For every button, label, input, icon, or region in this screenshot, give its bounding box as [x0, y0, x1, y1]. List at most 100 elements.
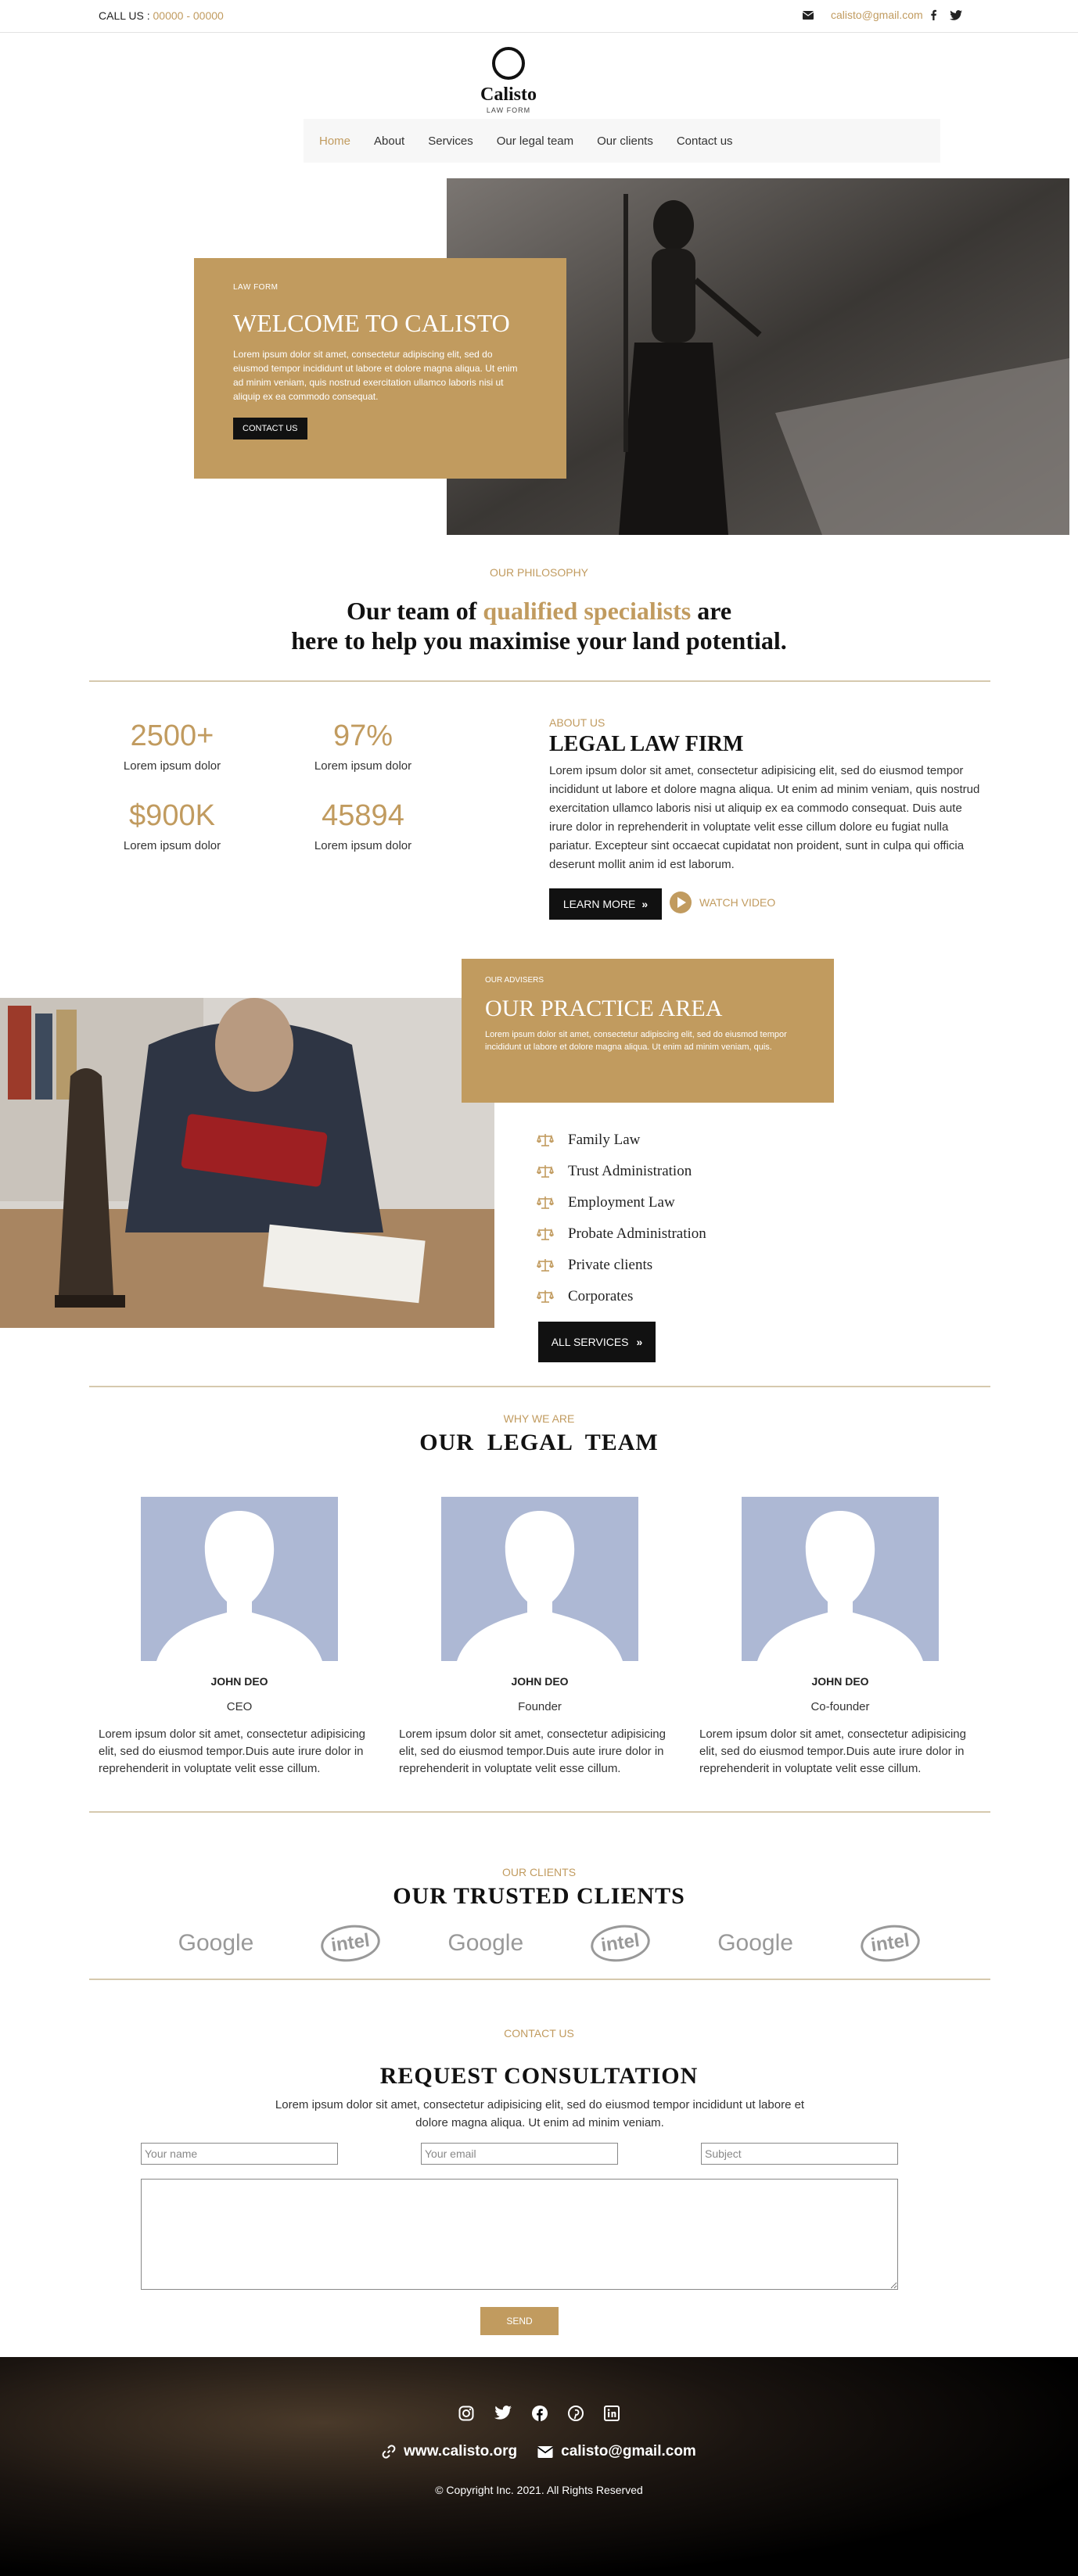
nav-clients[interactable]: Our clients: [597, 135, 653, 148]
practice-item-label: Private clients: [568, 1257, 653, 1273]
stat-value: 2500+: [130, 719, 214, 752]
site-logo[interactable]: Calisto LAW FORM: [462, 47, 555, 114]
scales-icon: [537, 1165, 554, 1178]
practice-title: OUR PRACTICE AREA: [485, 996, 723, 1021]
philosophy-title-b: are: [691, 597, 732, 625]
practice-item[interactable]: Private clients: [537, 1250, 706, 1281]
stat-label: Lorem ipsum dolor: [314, 839, 412, 852]
practice-item-label: Family Law: [568, 1132, 641, 1148]
phone-number[interactable]: 00000 - 00000: [153, 9, 224, 22]
logo-brand: Calisto: [480, 84, 537, 105]
practice-item-label: Employment Law: [568, 1194, 675, 1211]
footer-website-label: www.calisto.org: [404, 2443, 518, 2459]
nav-home[interactable]: Home: [319, 135, 350, 148]
stat-2: 97% Lorem ipsum dolor: [269, 719, 457, 773]
watch-video-link[interactable]: WATCH VIDEO: [670, 892, 775, 913]
team-member: JOHN DEO Founder Lorem ipsum dolor sit a…: [399, 1497, 681, 1778]
stat-1: 2500+ Lorem ipsum dolor: [78, 719, 266, 773]
facebook-icon[interactable]: [929, 9, 937, 20]
member-name: JOHN DEO: [210, 1675, 268, 1688]
nav-legal-team[interactable]: Our legal team: [497, 135, 573, 148]
hero-card: LAW FORM WELCOME TO CALISTO Lorem ipsum …: [194, 258, 566, 479]
practice-item-label: Corporates: [568, 1288, 634, 1304]
facebook-icon[interactable]: [532, 2406, 548, 2421]
divider: [89, 1811, 990, 1813]
footer-website[interactable]: www.calisto.org: [382, 2443, 517, 2460]
top-bar: CALL US : 00000 - 00000 calisto@gmail.co…: [0, 0, 1078, 33]
about-title: LEGAL LAW FIRM: [549, 732, 744, 756]
member-desc: Lorem ipsum dolor sit amet, consectetur …: [99, 1727, 365, 1775]
hero-text: Lorem ipsum dolor sit amet, consectetur …: [233, 349, 518, 402]
top-email[interactable]: calisto@gmail.com: [831, 9, 923, 21]
practice-pre: OUR ADVISERS: [485, 976, 544, 985]
call-us: CALL US : 00000 - 00000: [99, 9, 224, 22]
logo-subtitle: LAW FORM: [486, 106, 531, 114]
envelope-icon: [537, 2445, 554, 2458]
member-name: JOHN DEO: [811, 1675, 869, 1688]
stat-label: Lorem ipsum dolor: [314, 759, 412, 773]
nav-services[interactable]: Services: [428, 135, 473, 148]
philosophy-pre: OUR PHILOSOPHY: [489, 566, 589, 579]
google-logo: Google: [178, 1930, 254, 1956]
all-services-button[interactable]: ALL SERVICES »: [538, 1322, 656, 1362]
practice-item[interactable]: Employment Law: [537, 1187, 706, 1218]
learn-more-label: LEARN MORE: [562, 898, 636, 910]
nav-about[interactable]: About: [374, 135, 404, 148]
member-role: Founder: [518, 1700, 562, 1713]
copyright: © Copyright Inc. 2021. All Rights Reserv…: [435, 2484, 643, 2496]
footer: [0, 2357, 1078, 2576]
avatar: [141, 1497, 338, 1661]
person-silhouette-icon: [457, 1511, 623, 1661]
main-nav: Home About Services Our legal team Our c…: [304, 119, 940, 163]
watch-video-label: WATCH VIDEO: [699, 896, 776, 909]
team-member: JOHN DEO Co-founder Lorem ipsum dolor si…: [699, 1497, 981, 1778]
double-chevron-right-icon: »: [641, 898, 649, 910]
top-contact: calisto@gmail.com: [803, 9, 962, 21]
consult-pre: CONTACT US: [504, 2027, 574, 2040]
practice-item[interactable]: Trust Administration: [537, 1156, 706, 1187]
scales-icon: [537, 1259, 554, 1272]
linkedin-icon[interactable]: [604, 2406, 620, 2421]
practice-item[interactable]: Corporates: [537, 1281, 706, 1312]
twitter-icon[interactable]: [494, 2406, 512, 2420]
practice-item[interactable]: Family Law: [537, 1125, 706, 1156]
consult-text: Lorem ipsum dolor sit amet, consectetur …: [275, 2098, 805, 2129]
philosophy-title: Our team of qualified specialists are he…: [0, 596, 1078, 655]
pinterest-icon[interactable]: [568, 2406, 584, 2421]
stat-label: Lorem ipsum dolor: [123, 759, 221, 773]
footer-email[interactable]: calisto@gmail.com: [537, 2443, 696, 2460]
all-services-label: ALL SERVICES: [551, 1336, 629, 1348]
intel-logo: intel: [318, 1921, 383, 1966]
practice-item[interactable]: Probate Administration: [537, 1218, 706, 1250]
scales-icon: [537, 1197, 554, 1209]
member-role: Co-founder: [810, 1700, 870, 1713]
contact-us-button[interactable]: CONTACT US: [233, 418, 307, 439]
scales-icon: [537, 1290, 554, 1303]
practice-item-label: Trust Administration: [568, 1163, 692, 1179]
link-icon: [382, 2445, 396, 2459]
play-icon: [670, 892, 692, 913]
twitter-icon[interactable]: [949, 9, 962, 20]
email-field[interactable]: [421, 2143, 618, 2165]
stat-3: $900K Lorem ipsum dolor: [78, 799, 266, 852]
learn-more-button[interactable]: LEARN MORE »: [549, 888, 662, 920]
name-field[interactable]: [141, 2143, 338, 2165]
practice-card: OUR ADVISERS OUR PRACTICE AREA Lorem ips…: [462, 959, 834, 1103]
logo-ring-icon: [492, 47, 525, 80]
intel-logo: intel: [588, 1921, 653, 1966]
send-button[interactable]: SEND: [480, 2307, 559, 2335]
practice-list: Family Law Trust Administration Employme…: [537, 1125, 706, 1312]
team-pre: WHY WE ARE: [503, 1412, 575, 1425]
team-title: OUR LEGAL TEAM: [419, 1430, 659, 1455]
message-field[interactable]: [141, 2179, 898, 2290]
client-logos: Google intel Google intel Google intel: [169, 1921, 922, 1966]
person-silhouette-icon: [757, 1511, 923, 1661]
hero-title: WELCOME TO CALISTO: [233, 309, 510, 337]
consult-title: REQUEST CONSULTATION: [379, 2063, 699, 2089]
subject-field[interactable]: [701, 2143, 898, 2165]
nav-contact[interactable]: Contact us: [677, 135, 733, 148]
philosophy-highlight: qualified specialists: [483, 597, 692, 625]
instagram-icon[interactable]: [458, 2406, 474, 2421]
team-member: JOHN DEO CEO Lorem ipsum dolor sit amet,…: [99, 1497, 380, 1778]
member-role: CEO: [226, 1700, 253, 1713]
